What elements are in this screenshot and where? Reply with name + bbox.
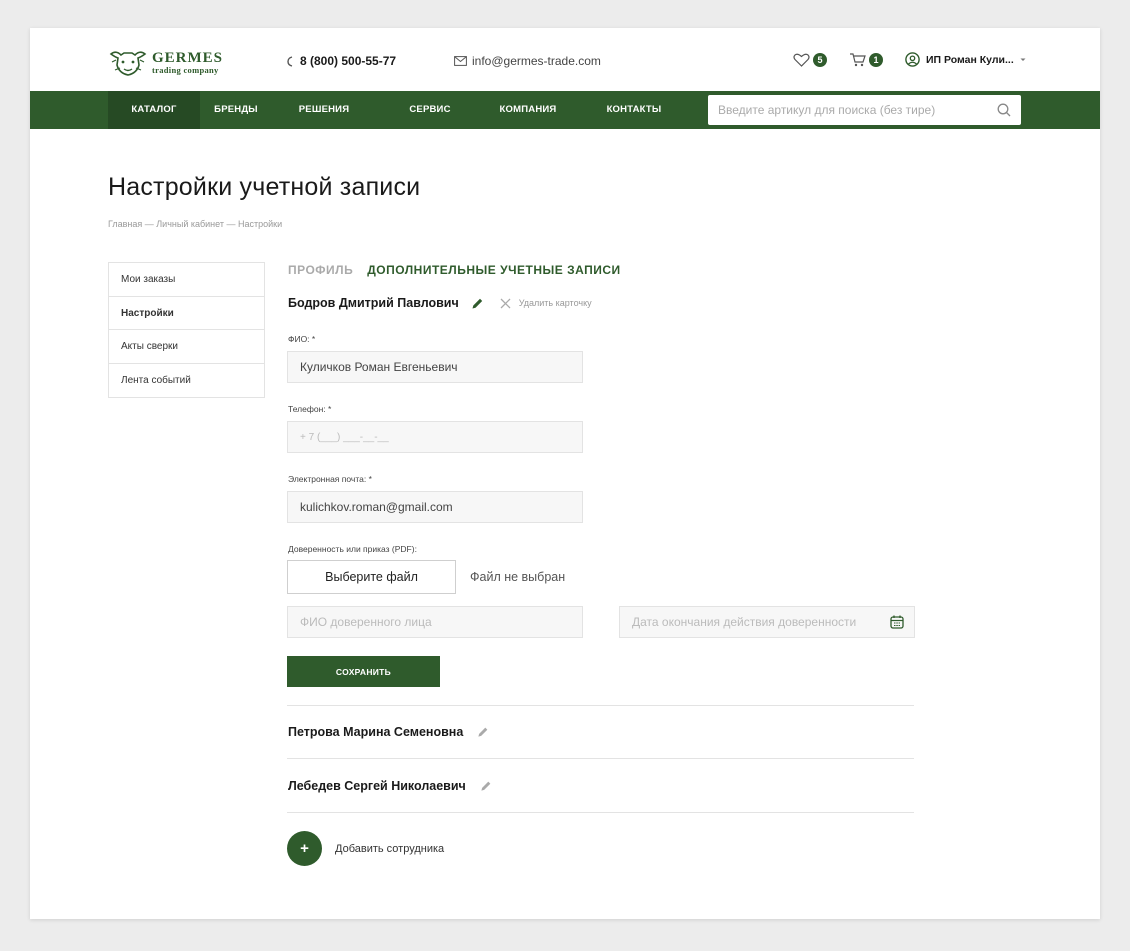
favorites-count-badge: 5 xyxy=(813,52,827,67)
favorites-button[interactable]: 5 xyxy=(793,52,827,67)
file-status: Файл не выбран xyxy=(470,570,566,584)
pencil-icon[interactable] xyxy=(471,297,484,310)
email-address: info@germes-trade.com xyxy=(472,54,601,68)
user-name: ИП Роман Кули... xyxy=(926,53,1014,66)
mail-icon xyxy=(454,56,467,66)
nav-item-service[interactable]: СЕРВИС xyxy=(400,91,460,129)
search-input[interactable] xyxy=(718,103,997,117)
save-button[interactable]: СОХРАНИТЬ xyxy=(287,656,440,687)
header-phone[interactable]: 8 (800) 500-55-77 xyxy=(286,54,396,68)
list-item[interactable]: Петрова Марина Семеновна xyxy=(288,725,489,739)
nav-item-contacts[interactable]: КОНТАКТЫ xyxy=(596,91,672,129)
account-sidebar: Мои заказы Настройки Акты сверки Лента с… xyxy=(108,262,265,398)
cart-count-badge: 1 xyxy=(869,52,883,67)
phone-label: Телефон: * xyxy=(288,404,332,414)
nav-item-company[interactable]: КОМПАНИЯ xyxy=(490,91,566,129)
proxy-expiry-field[interactable]: Дата окончания действия доверенности xyxy=(619,606,915,638)
employee-name: Лебедев Сергей Николаевич xyxy=(288,779,466,793)
page: GERMES trading company 8 (800) 500-55-77… xyxy=(30,28,1100,919)
divider xyxy=(287,812,914,813)
logo-subtitle: trading company xyxy=(152,65,219,76)
tab-additional-accounts[interactable]: ДОПОЛНИТЕЛЬНЫЕ УЧЕТНЫЕ ЗАПИСИ xyxy=(367,263,620,277)
fio-field[interactable]: Куличков Роман Евгеньевич xyxy=(287,351,583,383)
list-item[interactable]: Лебедев Сергей Николаевич xyxy=(288,779,492,793)
choose-file-button[interactable]: Выберите файл xyxy=(287,560,456,594)
proxy-expiry-placeholder: Дата окончания действия доверенности xyxy=(632,615,857,629)
divider xyxy=(287,758,914,759)
employee-name: Бодров Дмитрий Павлович xyxy=(288,296,459,310)
add-employee-button[interactable]: + Добавить сотрудника xyxy=(287,831,444,866)
phone-icon xyxy=(287,55,293,67)
close-icon xyxy=(500,298,511,308)
fio-label: ФИО: * xyxy=(288,334,316,344)
nav-item-solutions[interactable]: РЕШЕНИЯ xyxy=(280,91,368,129)
tab-profile[interactable]: ПРОФИЛЬ xyxy=(288,263,353,277)
add-employee-label: Добавить сотрудника xyxy=(335,842,445,855)
search-icon[interactable] xyxy=(997,103,1011,117)
plus-icon: + xyxy=(287,831,322,866)
sidebar-item-settings[interactable]: Настройки xyxy=(109,297,264,330)
breadcrumb[interactable]: Главная — Личный кабинет — Настройки xyxy=(108,219,282,229)
nav-item-brands[interactable]: БРЕНДЫ xyxy=(200,91,272,129)
email-label: Электронная почта: * xyxy=(288,474,372,484)
user-menu[interactable]: ИП Роман Кули... xyxy=(905,52,1026,67)
search-box xyxy=(708,95,1021,125)
sidebar-item-orders[interactable]: Мои заказы xyxy=(109,263,264,297)
page-title: Настройки учетной записи xyxy=(108,173,421,201)
chevron-down-icon xyxy=(1020,58,1026,61)
header-actions: 5 1 ИП Роман Кули... xyxy=(793,52,1026,67)
heart-icon xyxy=(793,53,810,67)
phone-number: 8 (800) 500-55-77 xyxy=(300,54,397,68)
employee-name: Петрова Марина Семеновна xyxy=(288,725,464,739)
email-field[interactable]: kulichkov.roman@gmail.com xyxy=(287,491,583,523)
proxy-name-field[interactable]: ФИО доверенного лица xyxy=(287,606,583,638)
document-label: Доверенность или приказ (PDF): xyxy=(288,544,417,554)
bull-logo-icon xyxy=(109,51,147,76)
nav-item-catalog[interactable]: КАТАЛОГ xyxy=(108,91,200,129)
logo[interactable]: GERMES trading company xyxy=(108,48,242,78)
phone-field[interactable]: + 7 (___) ___-__-__ xyxy=(287,421,583,453)
user-icon xyxy=(905,52,920,67)
employee-card-header: Бодров Дмитрий Павлович Удалить карточку xyxy=(288,296,592,310)
delete-card-button[interactable]: Удалить карточку xyxy=(500,298,592,309)
sidebar-item-reconciliation[interactable]: Акты сверки xyxy=(109,330,264,364)
divider xyxy=(287,705,914,706)
settings-tabs: ПРОФИЛЬ ДОПОЛНИТЕЛЬНЫЕ УЧЕТНЫЕ ЗАПИСИ xyxy=(288,263,621,277)
pencil-icon[interactable] xyxy=(477,726,489,738)
logo-title: GERMES xyxy=(152,50,224,67)
sidebar-item-events[interactable]: Лента событий xyxy=(109,364,264,398)
delete-card-label: Удалить карточку xyxy=(518,298,592,308)
calendar-icon[interactable] xyxy=(890,615,904,629)
cart-button[interactable]: 1 xyxy=(849,52,883,67)
header-email[interactable]: info@germes-trade.com xyxy=(454,54,601,68)
pencil-icon[interactable] xyxy=(480,780,492,792)
cart-icon xyxy=(850,52,866,66)
